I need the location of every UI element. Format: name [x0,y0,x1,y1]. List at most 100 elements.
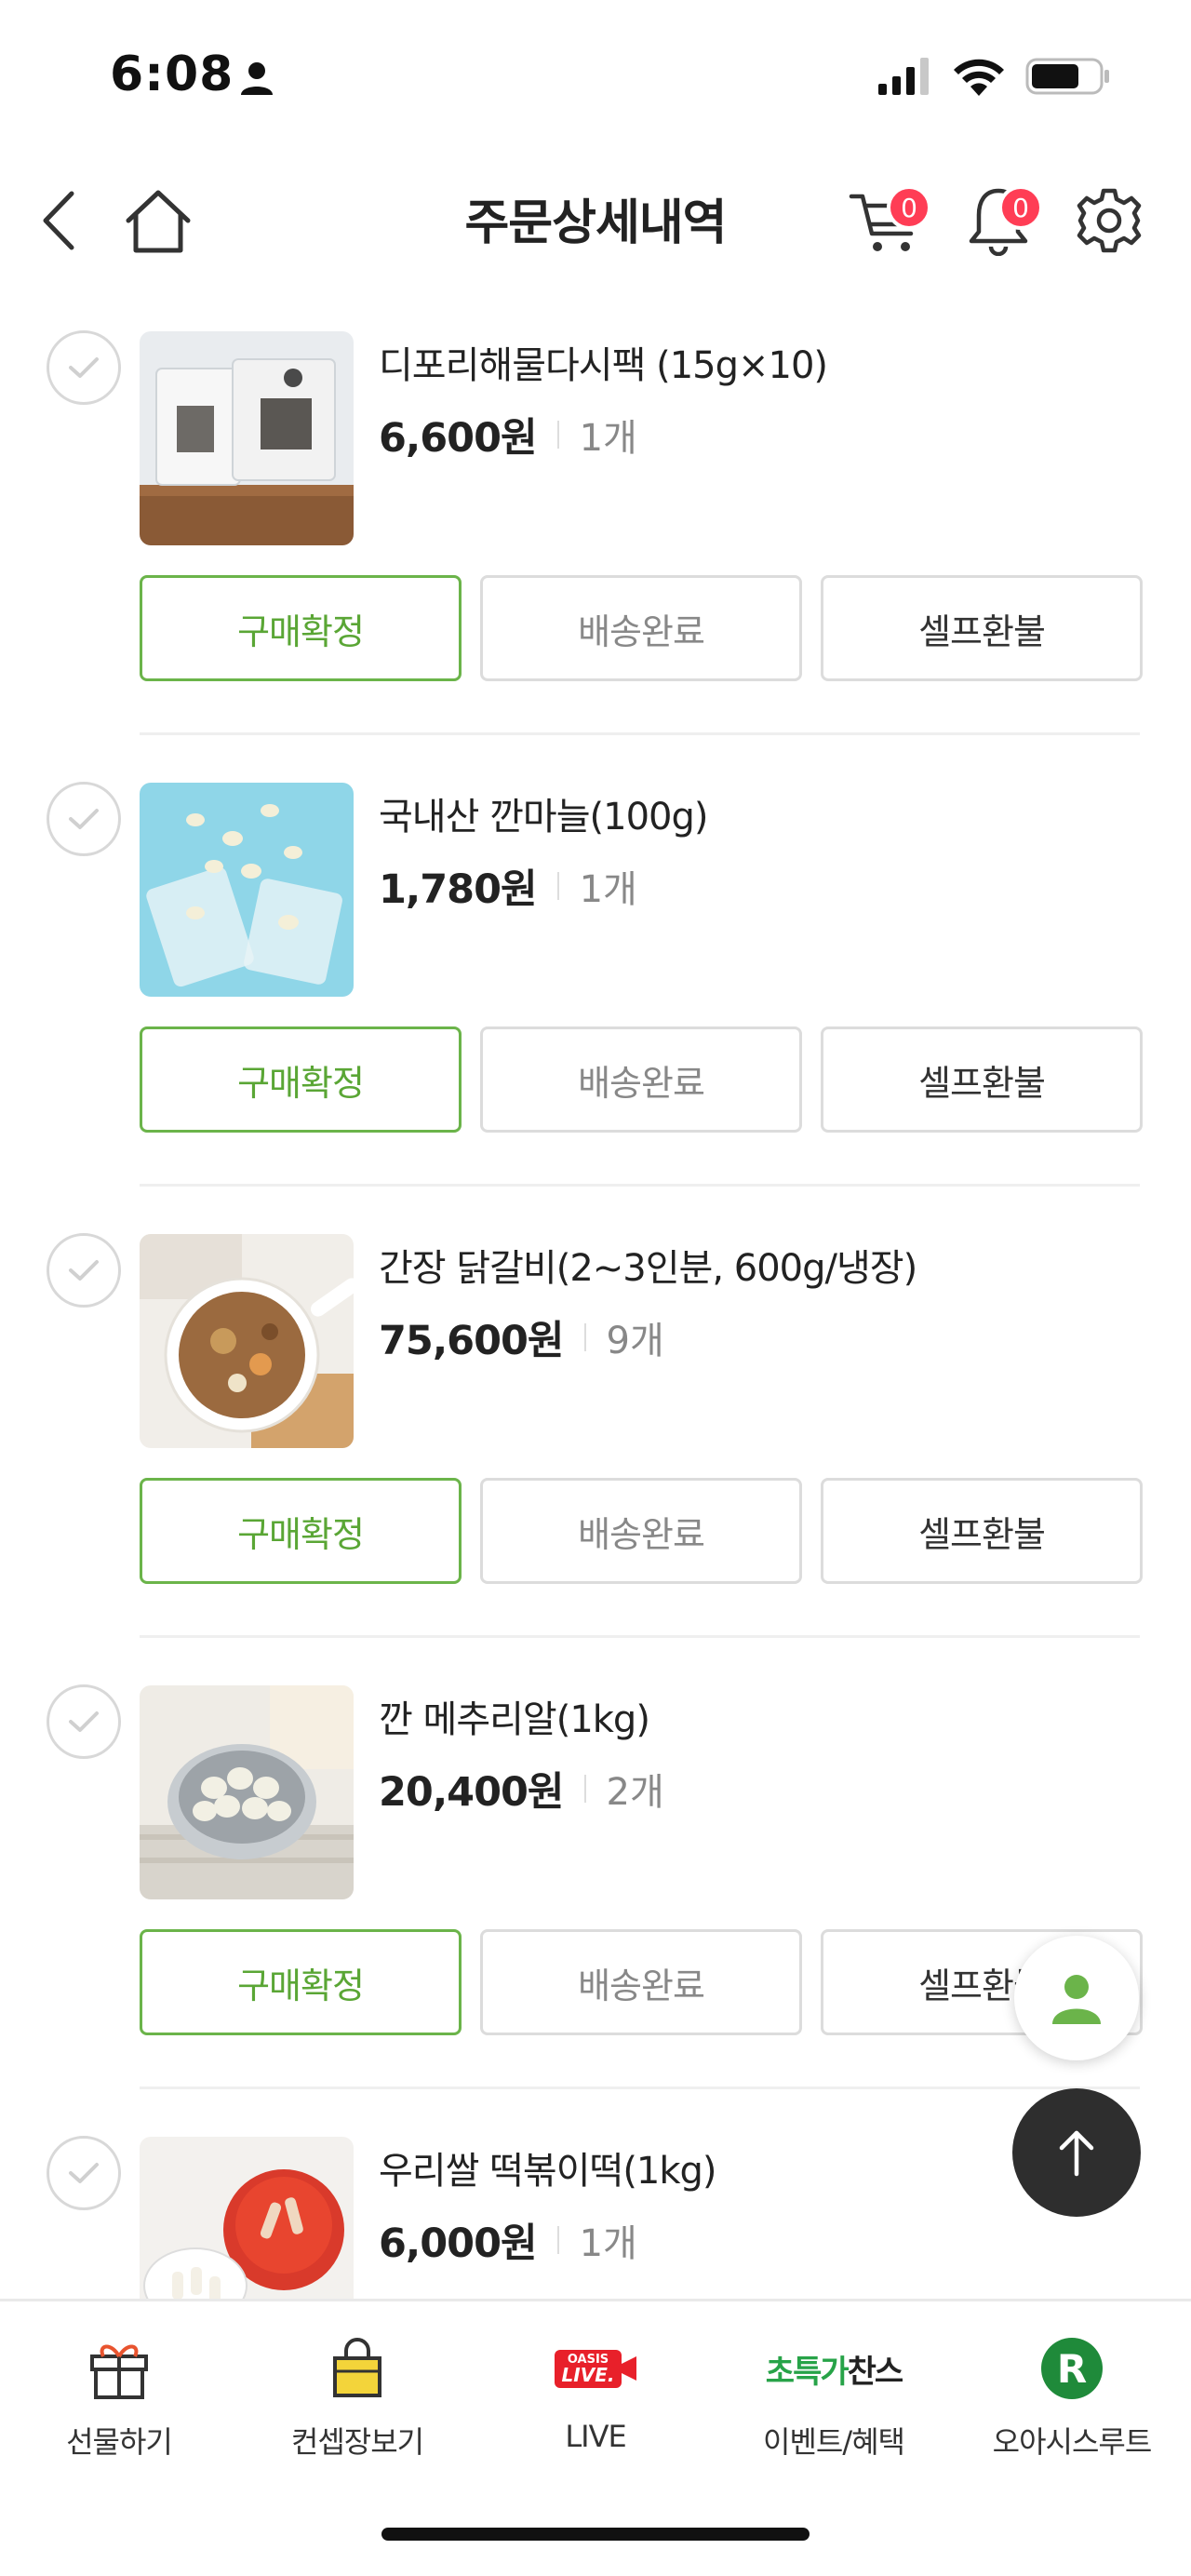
order-item: 국내산 깐마늘(100g) 1,780원 1개 구매확정 배송완료 셀프환불 [0,740,1191,1191]
event-chance-logo: 초특가찬스 [765,2346,904,2392]
select-checkbox[interactable] [47,1684,121,1759]
confirm-purchase-button[interactable]: 구매확정 [140,1478,462,1584]
status-indicators [878,56,1111,97]
product-image[interactable] [140,2137,354,2303]
action-buttons: 구매확정 배송완료 셀프환불 [140,1026,1143,1133]
price-row: 1,780원 1개 [379,857,637,915]
confirm-purchase-button[interactable]: 구매확정 [140,1929,462,2035]
confirm-purchase-button[interactable]: 구매확정 [140,575,462,681]
product-name[interactable]: 국내산 깐마늘(100g) [379,786,708,840]
cellular-signal-icon [878,58,929,95]
home-indicator [381,2528,810,2541]
price-row: 20,400원 2개 [379,1760,664,1818]
product-quantity: 1개 [579,868,637,911]
camera-icon [622,2356,637,2381]
product-name[interactable]: 우리쌀 떡볶이떡(1kg) [379,2140,717,2194]
nav-item-event[interactable]: 초특가찬스 이벤트/혜택 [715,2301,953,2462]
product-price: 75,600원 [379,1318,564,1364]
delivery-complete-button[interactable]: 배송완료 [480,1929,802,2035]
select-checkbox[interactable] [47,1233,121,1308]
nav-label-live: LIVE [565,2419,626,2454]
product-name[interactable]: 디포리해물다시팩 (15g×10) [379,335,828,389]
nav-item-live[interactable]: OASIS LIVE. LIVE [476,2301,715,2462]
notification-button[interactable]: 0 [952,181,1045,260]
separator [556,2226,559,2254]
self-refund-button[interactable]: 셀프환불 [821,575,1143,681]
product-image[interactable] [140,1234,354,1448]
header: 주문상세내역 0 0 [0,163,1191,279]
select-checkbox[interactable] [47,782,121,856]
product-price: 20,400원 [379,1769,564,1816]
oasis-live-logo: OASIS LIVE. [554,2349,637,2388]
price-row: 75,600원 9개 [379,1308,664,1366]
nav-label-route: 오아시스루트 [992,2424,1153,2460]
bottom-nav: 선물하기 컨셉장보기 OASIS LIVE. LIVE 초특가찬스 이벤트/혜택… [0,2299,1191,2576]
nav-item-gift[interactable]: 선물하기 [0,2301,238,2462]
action-buttons: 구매확정 배송완료 셀프환불 [140,575,1143,681]
product-quantity: 2개 [606,1771,664,1814]
battery-icon [1025,58,1109,95]
user-icon [1052,1975,1101,2024]
separator [556,421,559,449]
status-time: 6:08 [110,47,234,102]
shopping-bag-icon [333,2338,381,2397]
check-icon [69,357,99,378]
delivery-complete-button[interactable]: 배송완료 [480,1026,802,1133]
profile-float-button[interactable] [1014,1936,1139,2060]
delivery-complete-button[interactable]: 배송완료 [480,575,802,681]
price-row: 6,000원 1개 [379,2211,637,2269]
event-logo-green: 초특가 [765,2353,850,2391]
nav-label-event: 이벤트/혜택 [763,2424,905,2460]
order-item: 우리쌀 떡볶이떡(1kg) 6,000원 1개 [0,2094,1191,2303]
product-name[interactable]: 간장 닭갈비(2~3인분, 600g/냉장) [379,1238,917,1292]
dashi-pack-photo [140,331,354,545]
status-bar: 6:08 [0,0,1191,149]
order-item: 깐 메추리알(1kg) 20,400원 2개 구매확정 배송완료 셀프환불 [0,1643,1191,2094]
check-icon [69,2163,99,2183]
product-name[interactable]: 깐 메추리알(1kg) [379,1689,650,1743]
self-refund-button[interactable]: 셀프환불 [821,1478,1143,1584]
gear-icon [1077,188,1142,253]
settings-button[interactable] [1070,181,1148,260]
divider [140,732,1140,735]
route-logo-icon: R [1041,2338,1103,2399]
nav-item-route[interactable]: R 오아시스루트 [953,2301,1191,2462]
product-image[interactable] [140,1685,354,1899]
route-logo-letter: R [1056,2345,1088,2392]
order-item: 디포리해물다시팩 (15g×10) 6,600원 1개 구매확정 배송완료 셀프… [0,288,1191,740]
product-image[interactable] [140,331,354,545]
wifi-icon [954,59,1004,96]
product-image[interactable] [140,783,354,997]
separator [583,1323,586,1351]
product-quantity: 1개 [579,417,637,460]
live-logo-bottom: LIVE. [561,2363,615,2386]
cart-button[interactable]: 0 [840,181,933,260]
scroll-top-button[interactable] [1012,2088,1141,2217]
product-price: 6,000원 [379,2220,538,2267]
person-icon [241,62,273,95]
product-quantity: 1개 [579,2222,637,2265]
event-logo-dark: 찬스 [847,2353,904,2391]
dakgalbi-photo [140,1234,354,1448]
select-checkbox[interactable] [47,330,121,405]
self-refund-button[interactable]: 셀프환불 [821,1026,1143,1133]
check-icon [69,1260,99,1281]
action-buttons: 구매확정 배송완료 셀프환불 [140,1929,1143,2035]
nav-label-gift: 선물하기 [66,2424,173,2460]
action-buttons: 구매확정 배송완료 셀프환불 [140,1478,1143,1584]
divider [140,2086,1140,2089]
product-quantity: 9개 [606,1320,664,1362]
separator [583,1775,586,1803]
arrow-up-icon [1059,2130,1094,2177]
divider [140,1635,1140,1638]
separator [556,872,559,900]
select-checkbox[interactable] [47,2136,121,2210]
cart-count-badge: 0 [887,185,931,230]
confirm-purchase-button[interactable]: 구매확정 [140,1026,462,1133]
nav-item-concept[interactable]: 컨셉장보기 [238,2301,476,2462]
notification-count-badge: 0 [998,185,1043,230]
delivery-complete-button[interactable]: 배송완료 [480,1478,802,1584]
nav-label-concept: 컨셉장보기 [290,2424,424,2460]
product-price: 1,780원 [379,866,538,913]
tteok-photo [140,2137,354,2303]
